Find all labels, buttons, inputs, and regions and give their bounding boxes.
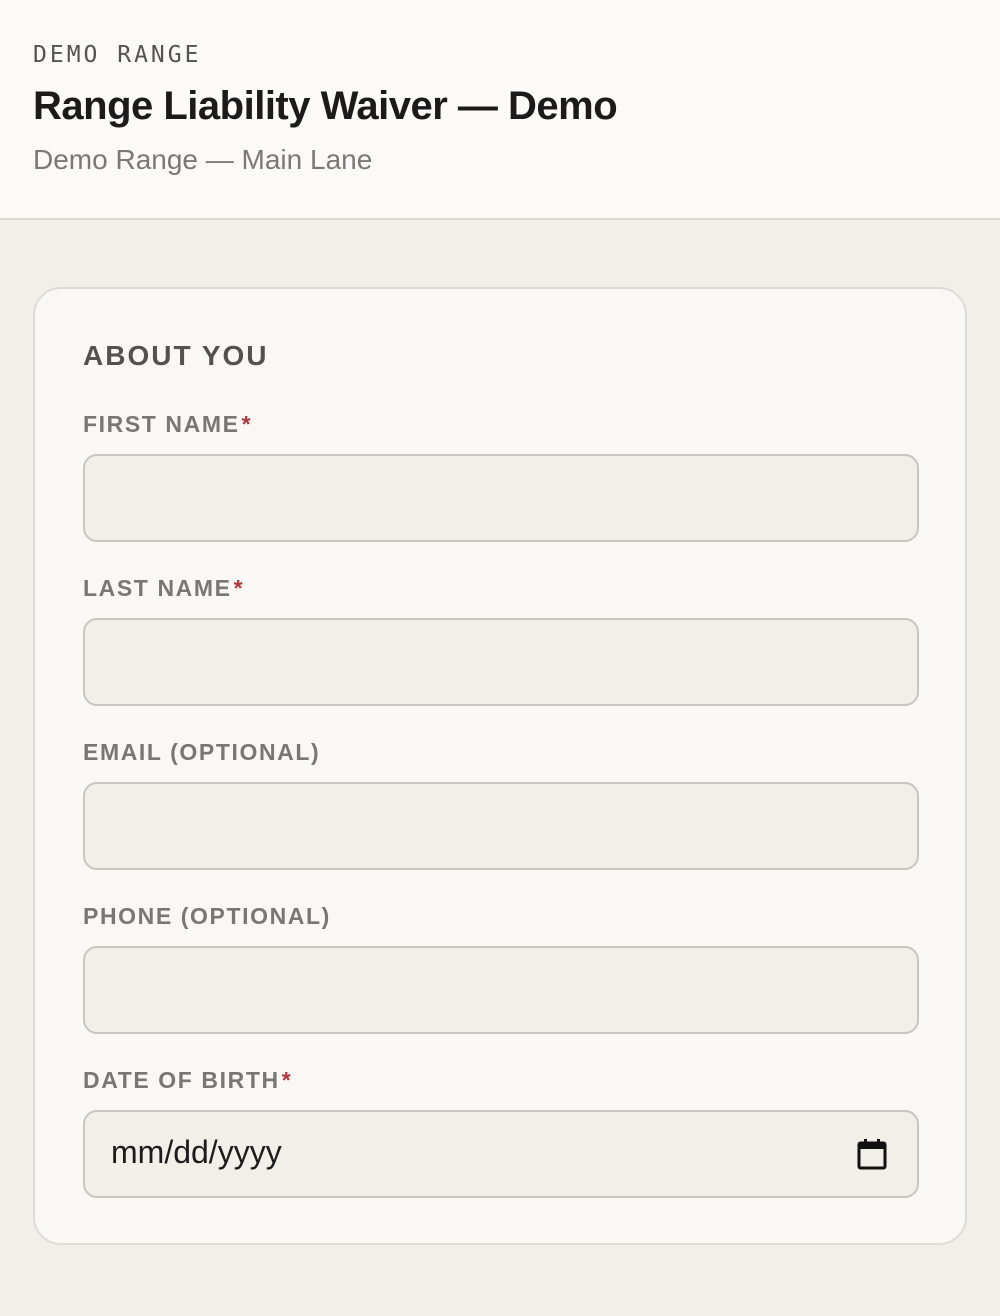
first-name-label-text: FIRST NAME xyxy=(83,411,240,437)
phone-label-text: PHONE (OPTIONAL) xyxy=(83,903,331,929)
page-header: DEMO RANGE Range Liability Waiver — Demo… xyxy=(0,0,1000,220)
section-title: ABOUT YOU xyxy=(83,340,269,371)
first-name-input[interactable] xyxy=(83,454,919,542)
date-placeholder: mm/dd/yyyy xyxy=(111,1134,282,1170)
required-marker: * xyxy=(241,411,253,437)
last-name-label-text: LAST NAME xyxy=(83,575,232,601)
last-name-label: LAST NAME* xyxy=(83,575,244,602)
eyebrow-label: DEMO RANGE xyxy=(33,42,202,68)
required-marker: * xyxy=(281,1067,293,1093)
first-name-label: FIRST NAME* xyxy=(83,411,252,438)
email-input[interactable] xyxy=(83,782,919,870)
email-label: EMAIL (OPTIONAL) xyxy=(83,739,320,766)
last-name-input[interactable] xyxy=(83,618,919,706)
date-of-birth-label: DATE OF BIRTH* xyxy=(83,1067,292,1094)
required-marker: * xyxy=(233,575,245,601)
date-of-birth-input[interactable]: mm/dd/yyyy xyxy=(83,1110,919,1198)
page-title: Range Liability Waiver — Demo xyxy=(33,84,618,128)
phone-input[interactable] xyxy=(83,946,919,1034)
phone-label: PHONE (OPTIONAL) xyxy=(83,903,331,930)
email-label-text: EMAIL (OPTIONAL) xyxy=(83,739,321,765)
calendar-icon[interactable] xyxy=(857,1138,887,1170)
page-subtitle: Demo Range — Main Lane xyxy=(33,144,373,175)
date-of-birth-label-text: DATE OF BIRTH xyxy=(83,1067,280,1093)
form-card: ABOUT YOU FIRST NAME* LAST NAME* EMAIL (… xyxy=(33,287,967,1245)
